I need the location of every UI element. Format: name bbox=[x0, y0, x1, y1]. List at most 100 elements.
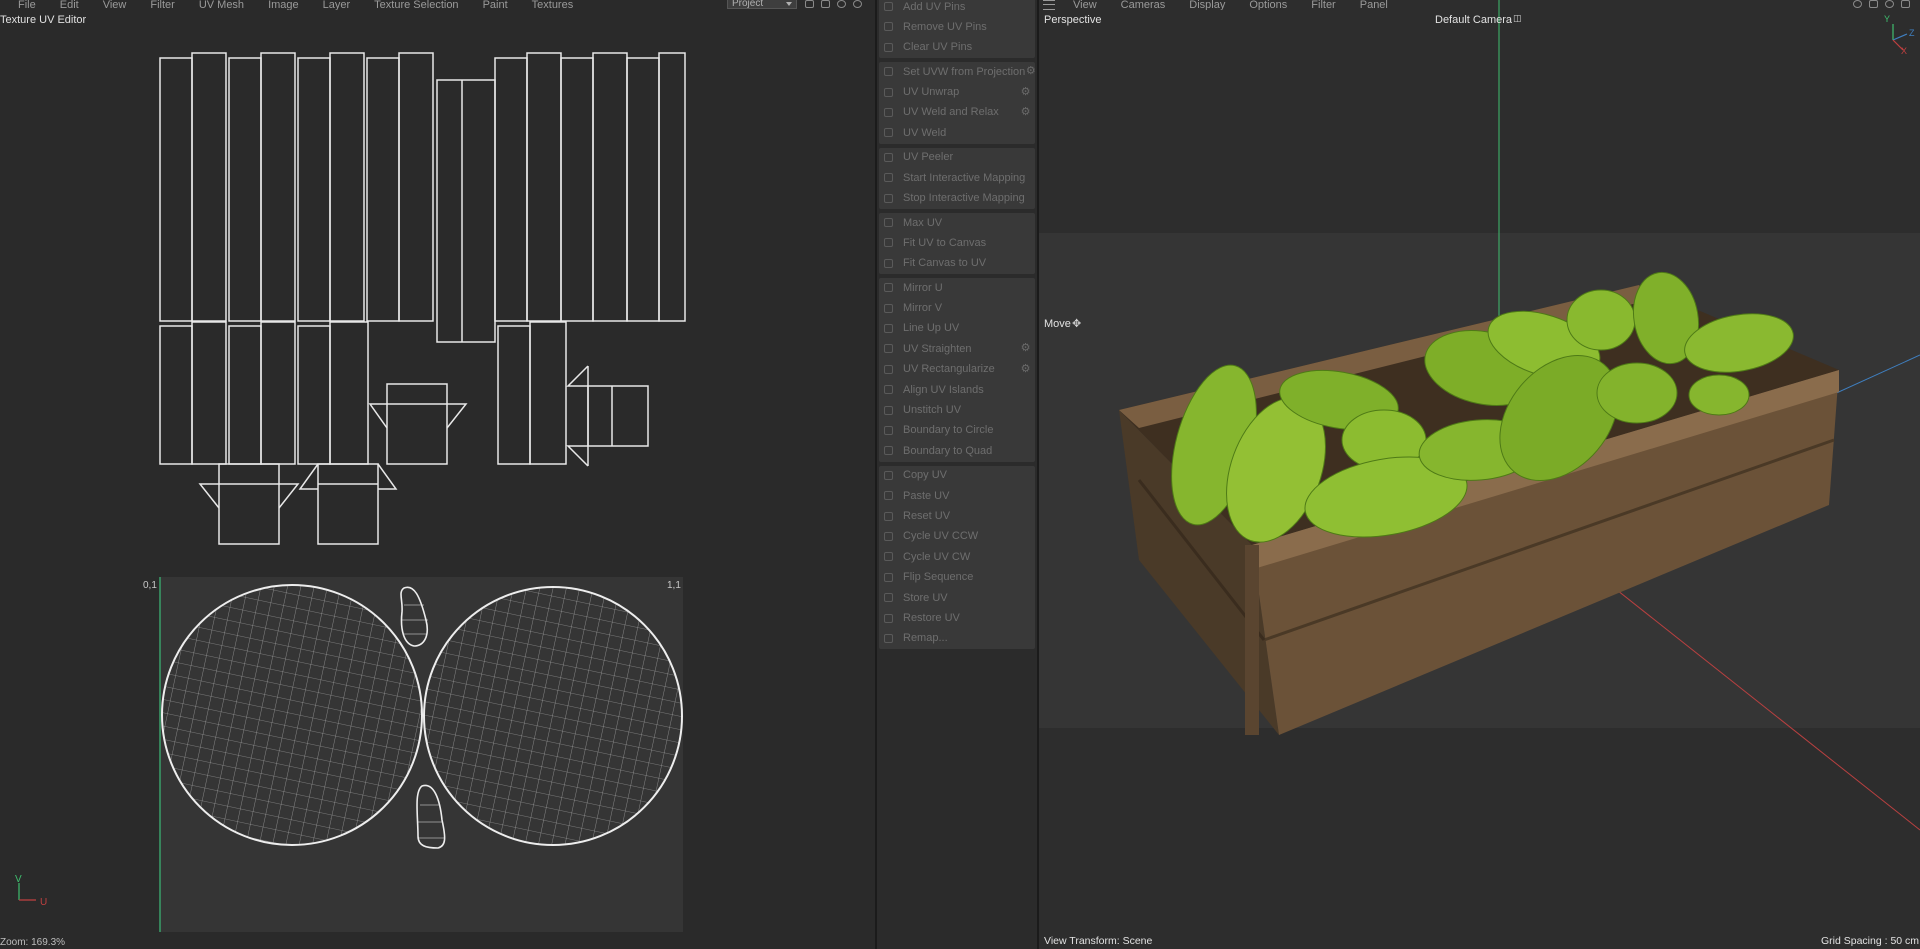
command-max-uv[interactable]: Max UV bbox=[879, 213, 1035, 232]
command-label: Remap... bbox=[903, 632, 948, 645]
mirror-u-icon bbox=[884, 283, 893, 293]
move-icon: ✥ bbox=[1072, 318, 1082, 330]
circle-icon bbox=[884, 425, 893, 435]
line-up-icon bbox=[884, 323, 893, 333]
command-label: Mirror V bbox=[903, 302, 943, 315]
command-label: UV Peeler bbox=[903, 151, 954, 164]
command-label: Flip Sequence bbox=[903, 571, 974, 584]
uv-island-planks-left bbox=[159, 52, 434, 322]
gear-icon[interactable]: ⚙ bbox=[1020, 343, 1031, 354]
command-add-uv-pins[interactable]: Add UV Pins bbox=[879, 0, 1035, 16]
command-uv-rectangularize[interactable]: UV Rectangularize ⚙ bbox=[879, 360, 1035, 379]
command-uv-peeler[interactable]: UV Peeler bbox=[879, 148, 1035, 167]
command-label: Set UVW from Projection bbox=[903, 65, 1026, 78]
view-transform-status: View Transform: Scene bbox=[1044, 935, 1153, 947]
command-uv-weld-and-relax[interactable]: UV Weld and Relax ⚙ bbox=[879, 103, 1035, 122]
command-label: Start Interactive Mapping bbox=[903, 171, 1026, 184]
grid-spacing-status: Grid Spacing : 50 cm bbox=[1821, 935, 1920, 947]
restore-icon bbox=[884, 613, 893, 623]
copy-icon bbox=[884, 470, 893, 480]
uv-island-box-4 bbox=[298, 463, 398, 545]
command-restore-uv[interactable]: Restore UV bbox=[879, 609, 1035, 628]
command-remap[interactable]: Remap... bbox=[879, 629, 1035, 648]
pin-add-icon bbox=[884, 2, 893, 11]
reset-icon bbox=[884, 511, 893, 521]
command-stop-interactive-mapping[interactable]: Stop Interactive Mapping bbox=[879, 189, 1035, 208]
command-mirror-u[interactable]: Mirror U bbox=[879, 278, 1035, 297]
uv-island-stem-bottom bbox=[416, 784, 446, 849]
max-uv-icon bbox=[884, 218, 893, 227]
uv-axis-gizmo-icon bbox=[18, 883, 36, 901]
command-flip-sequence[interactable]: Flip Sequence bbox=[879, 568, 1035, 587]
command-label: Cycle UV CCW bbox=[903, 530, 979, 543]
gear-icon[interactable]: ⚙ bbox=[1020, 363, 1031, 375]
gear-icon[interactable]: ⚙ bbox=[1020, 106, 1031, 118]
weld-relax-icon bbox=[884, 107, 893, 117]
stop-icon bbox=[884, 193, 893, 203]
uv-corner-label-top-left: 0,1 bbox=[143, 580, 157, 591]
view-axis-label-z: Z bbox=[1909, 28, 1915, 38]
paste-icon bbox=[884, 491, 893, 501]
camera-icon[interactable]: ◫ bbox=[1513, 13, 1522, 24]
zoom-status: Zoom: 169.3% bbox=[0, 937, 66, 948]
command-label: Unstitch UV bbox=[903, 404, 962, 417]
command-align-uv-islands[interactable]: Align UV Islands bbox=[879, 380, 1035, 399]
command-fit-uv-to-canvas[interactable]: Fit UV to Canvas bbox=[879, 233, 1035, 252]
command-copy-uv[interactable]: Copy UV bbox=[879, 466, 1035, 485]
command-label: Clear UV Pins bbox=[903, 41, 973, 54]
uv-corner-label-top-right: 1,1 bbox=[667, 580, 681, 591]
command-boundary-to-quad[interactable]: Boundary to Quad bbox=[879, 441, 1035, 460]
command-store-uv[interactable]: Store UV bbox=[879, 588, 1035, 607]
command-unstitch-uv[interactable]: Unstitch UV bbox=[879, 401, 1035, 420]
command-cycle-uv-cw[interactable]: Cycle UV CW bbox=[879, 547, 1035, 566]
command-cycle-uv-ccw[interactable]: Cycle UV CCW bbox=[879, 527, 1035, 546]
uv-island-box-1 bbox=[368, 383, 468, 465]
command-line-up-uv[interactable]: Line Up UV bbox=[879, 319, 1035, 338]
projection-icon bbox=[884, 67, 893, 77]
remap-icon bbox=[884, 633, 893, 643]
command-reset-uv[interactable]: Reset UV bbox=[879, 507, 1035, 526]
command-set-uvw-from-projection[interactable]: Set UVW from Projection ⚙ bbox=[879, 62, 1036, 81]
uv-commands-panel: Add UV Pins Remove UV Pins Clear UV Pins Se… bbox=[877, 0, 1037, 949]
command-uv-weld[interactable]: UV Weld bbox=[879, 123, 1035, 142]
command-fit-canvas-to-uv[interactable]: Fit Canvas to UV bbox=[879, 254, 1035, 273]
command-group: Add UV Pins Remove UV Pins Clear UV Pins bbox=[879, 0, 1035, 59]
mirror-v-icon bbox=[884, 303, 893, 313]
command-paste-uv[interactable]: Paste UV bbox=[879, 486, 1035, 505]
unwrap-icon bbox=[884, 87, 893, 97]
fit-canvas-icon bbox=[884, 258, 893, 268]
uv-axis-label-u: U bbox=[40, 897, 48, 908]
command-boundary-to-circle[interactable]: Boundary to Circle bbox=[879, 421, 1035, 440]
command-start-interactive-mapping[interactable]: Start Interactive Mapping bbox=[879, 168, 1035, 187]
gear-icon[interactable]: ⚙ bbox=[1025, 66, 1036, 77]
command-label: Paste UV bbox=[903, 489, 950, 502]
uv-island-short-planks bbox=[159, 321, 567, 465]
viewport-panel[interactable]: View Cameras Display Options Filter Pane… bbox=[1039, 0, 1920, 949]
command-remove-uv-pins[interactable]: Remove UV Pins bbox=[879, 17, 1035, 36]
command-group: Set UVW from Projection ⚙ UV Unwrap ⚙ UV Wel… bbox=[879, 62, 1036, 144]
view-name[interactable]: Perspective bbox=[1044, 14, 1101, 26]
tool-name: Move bbox=[1044, 318, 1071, 330]
view-axis-label-x: X bbox=[1901, 46, 1908, 56]
command-uv-unwrap[interactable]: UV Unwrap ⚙ bbox=[879, 83, 1035, 102]
command-group: Mirror U Mirror V Line Up UV UV Straighten ⚙… bbox=[879, 278, 1035, 462]
command-label: Cycle UV CW bbox=[903, 550, 971, 563]
uv-axis-label-v: V bbox=[15, 874, 22, 885]
command-label: UV Weld and Relax bbox=[903, 106, 999, 119]
command-label: Fit Canvas to UV bbox=[903, 257, 987, 270]
viewport-scene bbox=[1039, 0, 1920, 831]
command-uv-straighten[interactable]: UV Straighten ⚙ bbox=[879, 339, 1035, 358]
command-label: Copy UV bbox=[903, 469, 948, 482]
command-label: UV Straighten bbox=[903, 342, 972, 355]
uv-island-stem-top bbox=[400, 586, 429, 647]
uv-editor-panel: File Edit View Filter UV Mesh Image Laye… bbox=[0, 0, 875, 949]
command-mirror-v[interactable]: Mirror V bbox=[879, 299, 1035, 318]
command-clear-uv-pins[interactable]: Clear UV Pins bbox=[879, 38, 1035, 57]
gear-icon[interactable]: ⚙ bbox=[1020, 86, 1031, 98]
view-axis-label-y: Y bbox=[1884, 14, 1891, 24]
command-label: Fit UV to Canvas bbox=[903, 236, 987, 249]
command-label: UV Rectangularize bbox=[903, 363, 995, 376]
camera-name[interactable]: Default Camera bbox=[1435, 14, 1512, 26]
unstitch-icon bbox=[884, 405, 893, 415]
pin-clear-icon bbox=[884, 42, 893, 52]
